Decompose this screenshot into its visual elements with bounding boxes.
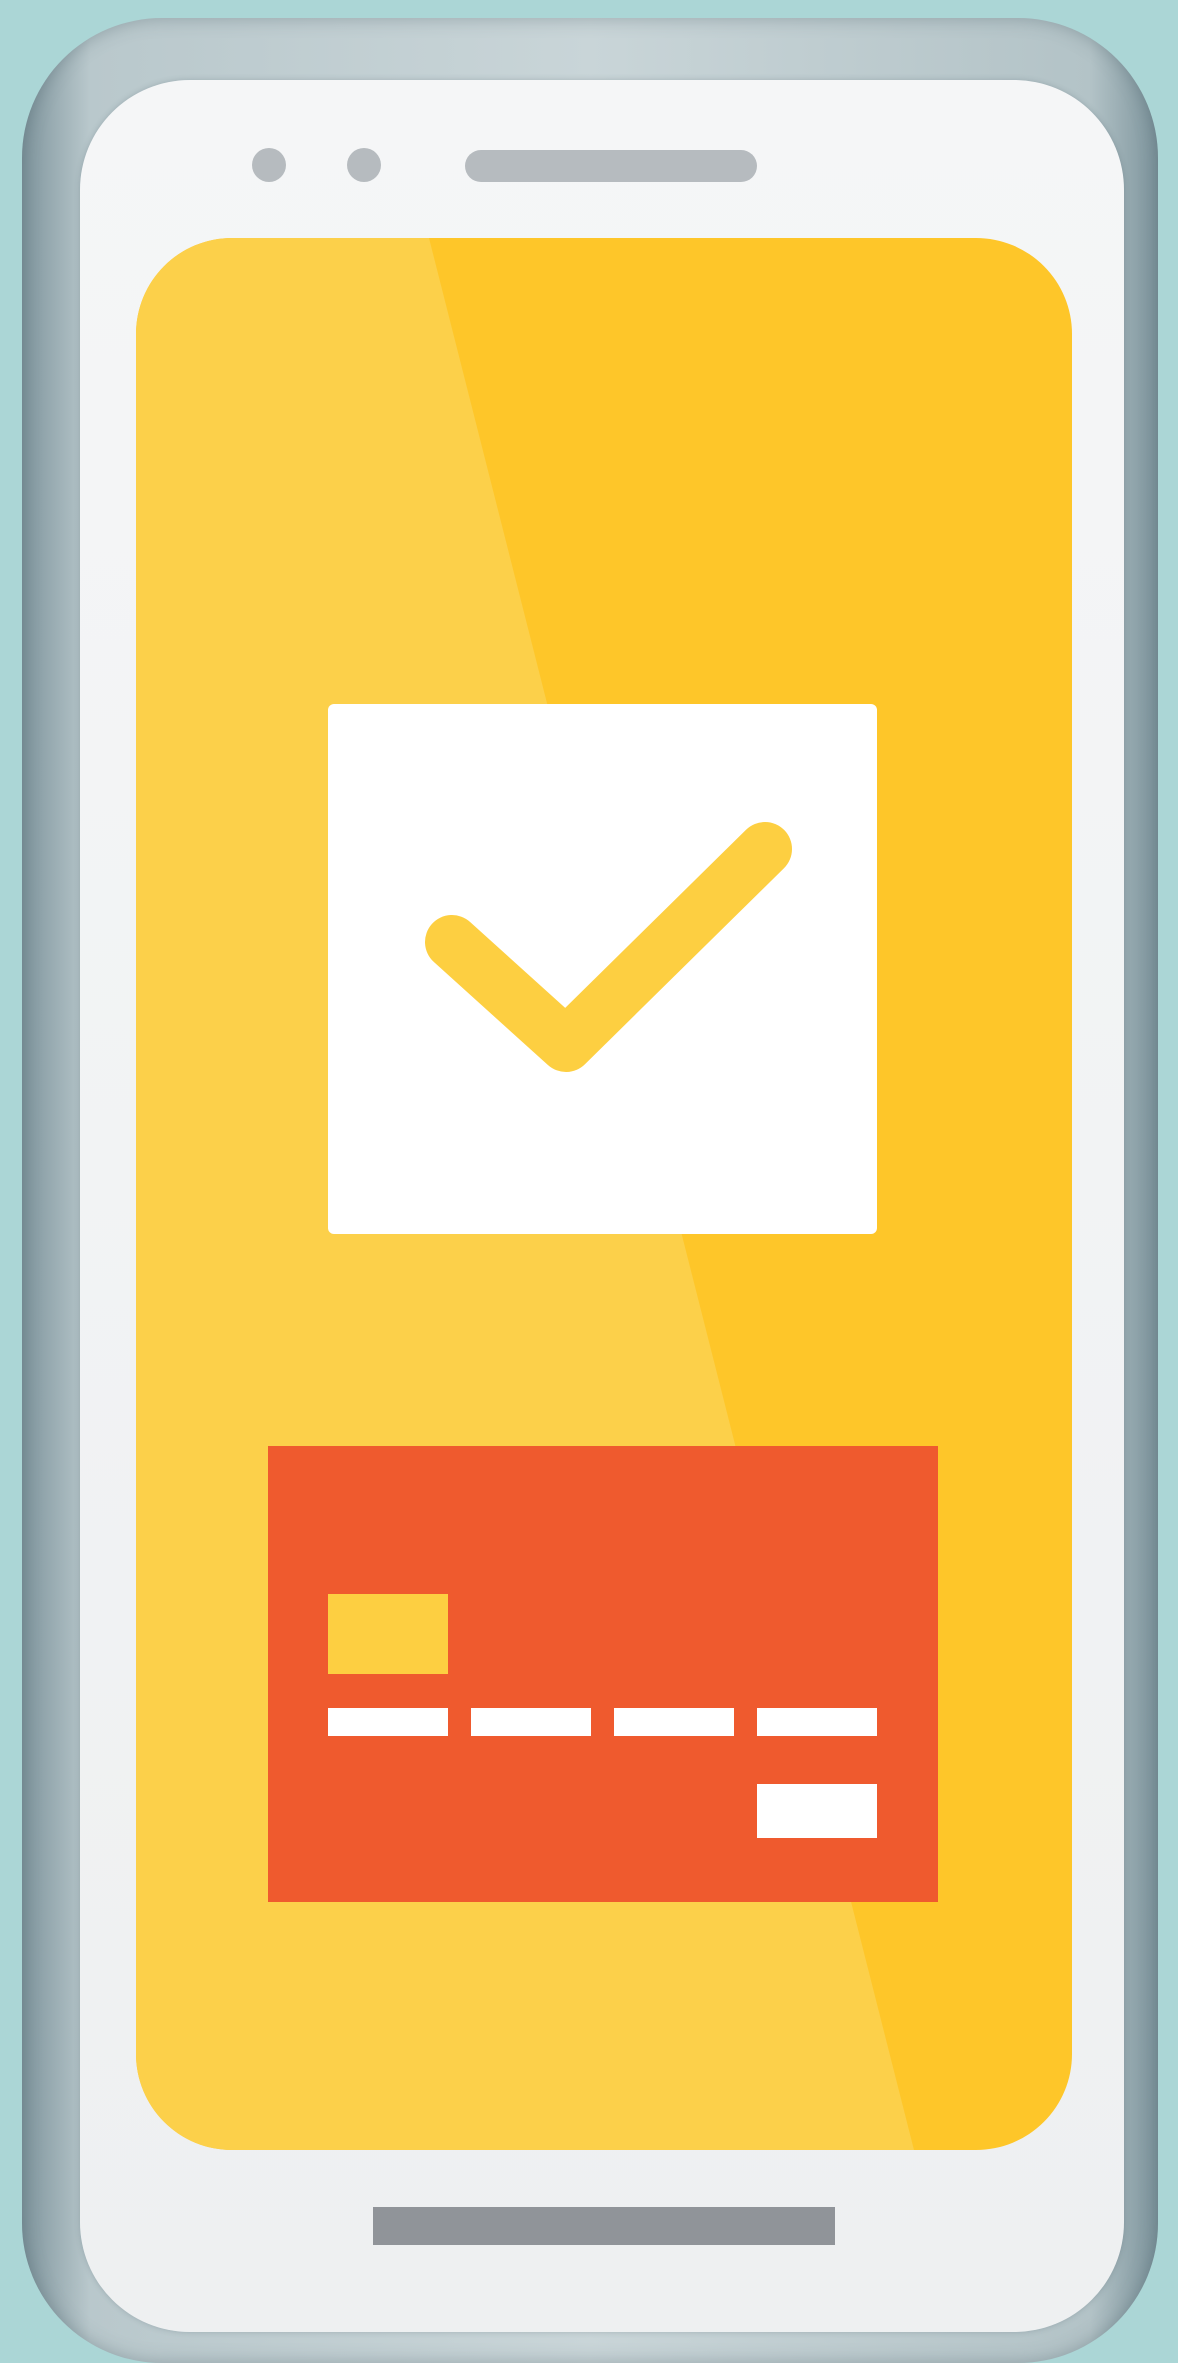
phone-screen — [136, 238, 1072, 2150]
card-number-group-2 — [471, 1708, 591, 1736]
credit-card-icon — [268, 1446, 938, 1902]
home-indicator-bar — [373, 2207, 835, 2245]
card-chip — [328, 1594, 448, 1674]
front-camera-dot — [347, 148, 381, 182]
card-number-group-4 — [757, 1708, 877, 1736]
card-number-group-1 — [328, 1708, 448, 1736]
speaker-grille — [465, 150, 757, 182]
card-number-group-3 — [614, 1708, 734, 1736]
front-sensor-dot — [252, 148, 286, 182]
checkmark-icon — [425, 822, 792, 1072]
card-expiry-block — [757, 1784, 877, 1838]
payment-confirmed-tile — [328, 704, 877, 1234]
illustration-canvas — [0, 0, 1178, 2363]
